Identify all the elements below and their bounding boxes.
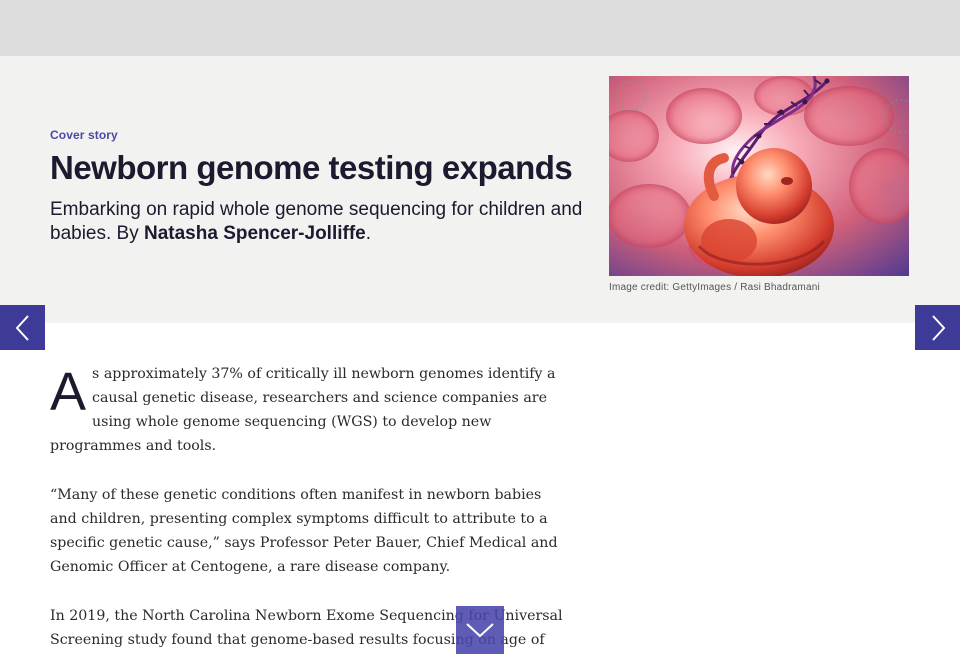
section-kicker[interactable]: Cover story <box>50 128 118 142</box>
standfirst: Embarking on rapid whole genome sequenci… <box>50 198 590 246</box>
previous-article-button[interactable] <box>0 305 45 350</box>
article-paragraph: “Many of these genetic conditions often … <box>50 487 558 575</box>
next-article-button[interactable] <box>915 305 960 350</box>
hero-image <box>609 76 909 276</box>
author-name: Natasha Spencer-Jolliffe <box>144 223 366 244</box>
chevron-left-icon <box>15 314 29 341</box>
article-hero: Cover story Newborn genome testing expan… <box>0 56 960 323</box>
scroll-down-button[interactable] <box>456 606 504 654</box>
article-paragraph: As approximately 37% of critically ill n… <box>50 362 570 458</box>
image-credit: Image credit: GettyImages / Rasi Bhadram… <box>609 282 820 293</box>
chevron-down-icon <box>466 623 494 638</box>
chevron-right-icon <box>931 314 945 341</box>
drop-cap: A <box>50 362 87 422</box>
paragraph-text: s approximately 37% of critically ill ne… <box>50 366 556 454</box>
page-title: Newborn genome testing expands <box>50 149 573 186</box>
top-bar <box>0 0 960 56</box>
fetus-dna-illustration <box>609 76 909 276</box>
standfirst-end: . <box>365 223 372 244</box>
